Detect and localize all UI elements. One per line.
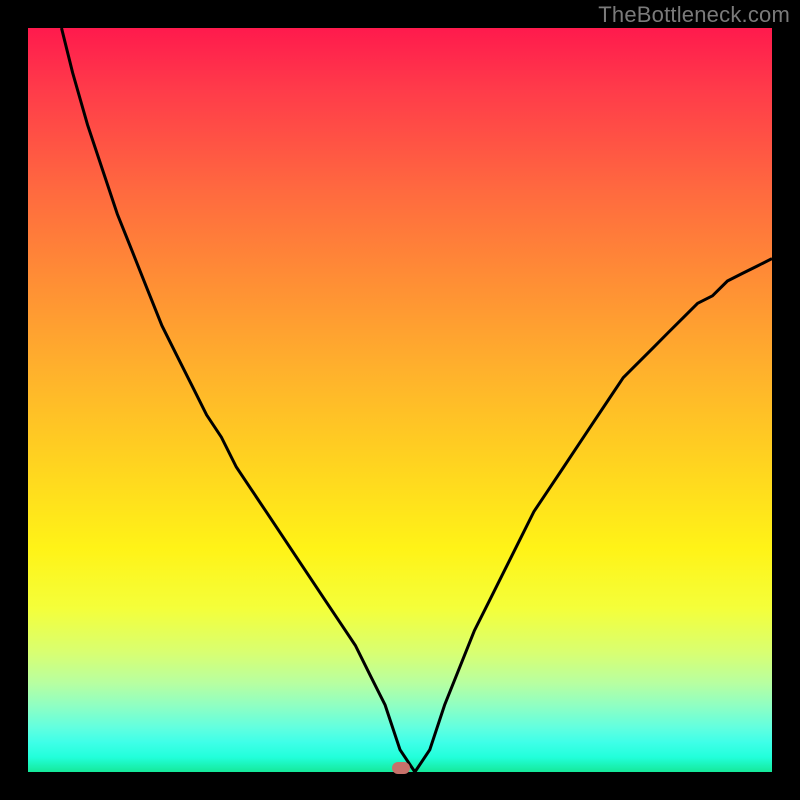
bottleneck-curve	[62, 28, 773, 772]
watermark-text: TheBottleneck.com	[598, 2, 790, 28]
optimum-marker	[392, 762, 410, 774]
curve-svg	[28, 28, 772, 772]
chart-frame: TheBottleneck.com	[0, 0, 800, 800]
plot-area	[28, 28, 772, 772]
